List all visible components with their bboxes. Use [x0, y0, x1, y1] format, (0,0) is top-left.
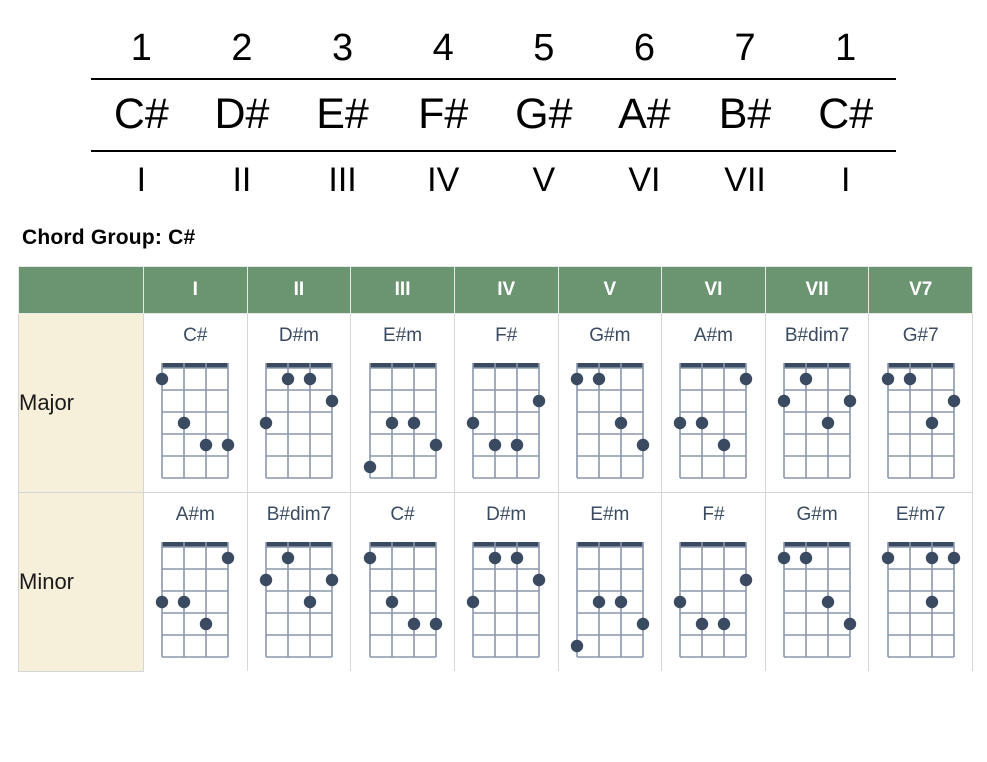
chord-cell[interactable]: G#m [557, 313, 663, 493]
chord-diagram-fretboard [766, 533, 869, 667]
chord-row-major: Major C# D#m E#m F# G#m A#m B#dim7 G#7 [18, 313, 973, 493]
chord-name: G#m [589, 325, 631, 346]
scale-note-row: C# D# E# F# G# A# B# C# [91, 80, 896, 151]
chord-name: B#dim7 [266, 504, 332, 525]
row-label-major: Major [18, 313, 144, 493]
chord-cell[interactable]: E#m7 [868, 492, 973, 671]
chord-diagram-fretboard [559, 533, 662, 667]
scale-note: A# [618, 90, 671, 138]
chord-diagram-fretboard [248, 533, 351, 667]
column-header-V7: V7 [868, 266, 973, 314]
chord-name: E#m [590, 504, 630, 525]
chord-diagram-fretboard [248, 354, 351, 488]
column-header-VI: VI [661, 266, 766, 314]
chord-cell[interactable]: B#dim7 [246, 492, 352, 671]
chord-name: A#m [175, 504, 215, 525]
chord-diagram-fretboard [662, 354, 765, 488]
chord-matrix-table: I II III IV V VI VII V7 Major C# D#m E#m F# G… [18, 266, 973, 672]
chord-name: C# [390, 504, 415, 525]
scale-header-table: 1 2 3 4 5 6 7 1 C# D# E# F# G# A# B# C# … [91, 22, 896, 204]
scale-degree: 4 [432, 27, 454, 69]
chord-cell[interactable]: D#m [453, 492, 559, 671]
chord-cell[interactable]: B#dim7 [764, 313, 870, 493]
scale-degree-row: 1 2 3 4 5 6 7 1 [91, 22, 896, 79]
chord-cell[interactable]: E#m [350, 313, 455, 493]
scale-roman-row: I II III IV V VI VII I [91, 152, 896, 204]
chord-row-minor: Minor A#m B#dim7 C# D#m E#m F# G#m E#m7 [18, 492, 973, 672]
chord-name: G#m [796, 504, 838, 525]
scale-degree: 7 [734, 27, 756, 69]
chord-name: E#m [383, 325, 423, 346]
scale-note: G# [515, 90, 573, 138]
scale-note: E# [316, 90, 369, 138]
chord-cell[interactable]: F# [661, 492, 766, 671]
column-header-I: I [143, 266, 248, 314]
chord-name: F# [495, 325, 518, 346]
chord-name: G#7 [902, 325, 939, 346]
chord-cell[interactable]: F# [453, 313, 559, 493]
chord-cell[interactable]: E#m [557, 492, 663, 671]
chord-cell[interactable]: C# [143, 313, 248, 493]
column-header-IV: IV [453, 266, 559, 314]
column-header-III: III [350, 266, 455, 314]
scale-roman: I [136, 161, 147, 199]
chord-name: F# [702, 504, 725, 525]
chord-diagram-fretboard [662, 533, 765, 667]
chord-table-corner-header [18, 266, 144, 314]
chord-diagram-fretboard [766, 354, 869, 488]
scale-roman: I [840, 161, 851, 199]
chord-diagram-fretboard [351, 354, 454, 488]
scale-note: C# [113, 90, 169, 138]
scale-roman: II [232, 161, 252, 199]
chord-cell[interactable]: D#m [246, 313, 352, 493]
chord-diagram-fretboard [455, 533, 558, 667]
scale-degree: 5 [533, 27, 555, 69]
scale-note: B# [718, 90, 772, 138]
column-header-VII: VII [764, 266, 870, 314]
scale-roman: V [532, 161, 556, 199]
scale-note: F# [418, 90, 469, 138]
chord-diagram-fretboard [351, 533, 454, 667]
chord-group-title: Chord Group: C# [22, 226, 196, 249]
chord-cell[interactable]: G#7 [868, 313, 973, 493]
scale-degree: 1 [130, 27, 152, 69]
scale-note: D# [214, 90, 270, 138]
chord-diagram-fretboard [869, 354, 972, 488]
chord-cell[interactable]: A#m [143, 492, 248, 671]
chord-name: A#m [693, 325, 733, 346]
chord-cell[interactable]: G#m [764, 492, 870, 671]
scale-degree: 2 [231, 27, 253, 69]
scale-degree: 6 [633, 27, 655, 69]
scale-degree: 3 [331, 27, 354, 69]
chord-name: E#m7 [895, 504, 946, 525]
chord-name: D#m [486, 504, 527, 525]
chord-name: C# [183, 325, 208, 346]
chord-name: B#dim7 [784, 325, 850, 346]
scale-roman: III [328, 161, 357, 199]
scale-note: C# [818, 90, 874, 138]
scale-degree: 1 [835, 27, 857, 69]
chord-name: D#m [278, 325, 319, 346]
scale-roman: IV [427, 161, 460, 199]
chord-diagram-fretboard [144, 354, 247, 488]
scale-roman: VI [628, 161, 661, 199]
column-header-II: II [246, 266, 352, 314]
chord-diagram-fretboard [144, 533, 247, 667]
chord-diagram-fretboard [869, 533, 972, 667]
chord-diagram-fretboard [455, 354, 558, 488]
chord-cell[interactable]: C# [350, 492, 455, 671]
scale-roman: VII [724, 161, 766, 199]
column-header-V: V [557, 266, 663, 314]
chord-table-header-row: I II III IV V VI VII V7 [18, 266, 973, 314]
chord-diagram-fretboard [559, 354, 662, 488]
chord-cell[interactable]: A#m [661, 313, 766, 493]
row-label-minor: Minor [18, 492, 144, 672]
